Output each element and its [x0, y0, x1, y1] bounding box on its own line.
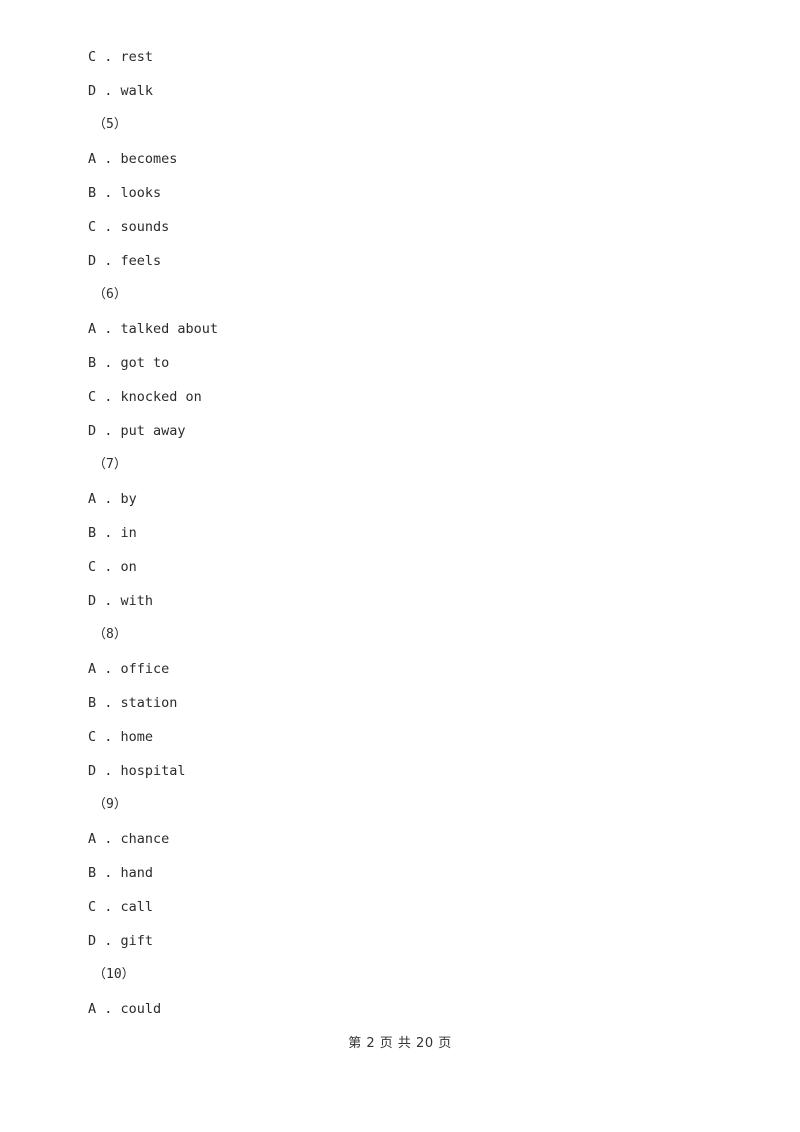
answer-option: B . hand: [88, 865, 154, 881]
answer-option: A . talked about: [88, 321, 219, 337]
answer-option: D . walk: [88, 83, 154, 99]
answer-option: B . in: [88, 525, 137, 541]
answer-option: C . home: [88, 729, 154, 745]
answer-option: A . becomes: [88, 151, 178, 167]
question-number: （7）: [93, 457, 127, 472]
question-number: （5）: [93, 117, 127, 132]
answer-option: B . looks: [88, 185, 162, 201]
answer-option: B . station: [88, 695, 178, 711]
question-number: （9）: [93, 797, 127, 812]
answer-option: A . chance: [88, 831, 170, 847]
document-page: C . rest D . walk （5） A . becomes B . looks C…: [0, 0, 800, 1132]
answer-option: B . got to: [88, 355, 170, 371]
answer-option: A . by: [88, 491, 137, 507]
answer-option: D . hospital: [88, 763, 186, 779]
answer-option: C . knocked on: [88, 389, 202, 405]
answer-option: A . could: [88, 1001, 162, 1017]
question-number: （10）: [93, 967, 135, 982]
page-content: C . rest D . walk （5） A . becomes B . looks C…: [88, 40, 728, 1026]
answer-option: D . put away: [88, 423, 186, 439]
answer-option: C . sounds: [88, 219, 170, 235]
question-number: （8）: [93, 627, 127, 642]
answer-option: C . on: [88, 559, 137, 575]
page-footer: 第 2 页 共 20 页: [348, 1036, 452, 1051]
question-number: （6）: [93, 287, 127, 302]
answer-option: D . with: [88, 593, 154, 609]
answer-option: D . feels: [88, 253, 162, 269]
answer-option: A . office: [88, 661, 170, 677]
answer-option: D . gift: [88, 933, 154, 949]
answer-option: C . call: [88, 899, 154, 915]
answer-option: C . rest: [88, 49, 154, 65]
